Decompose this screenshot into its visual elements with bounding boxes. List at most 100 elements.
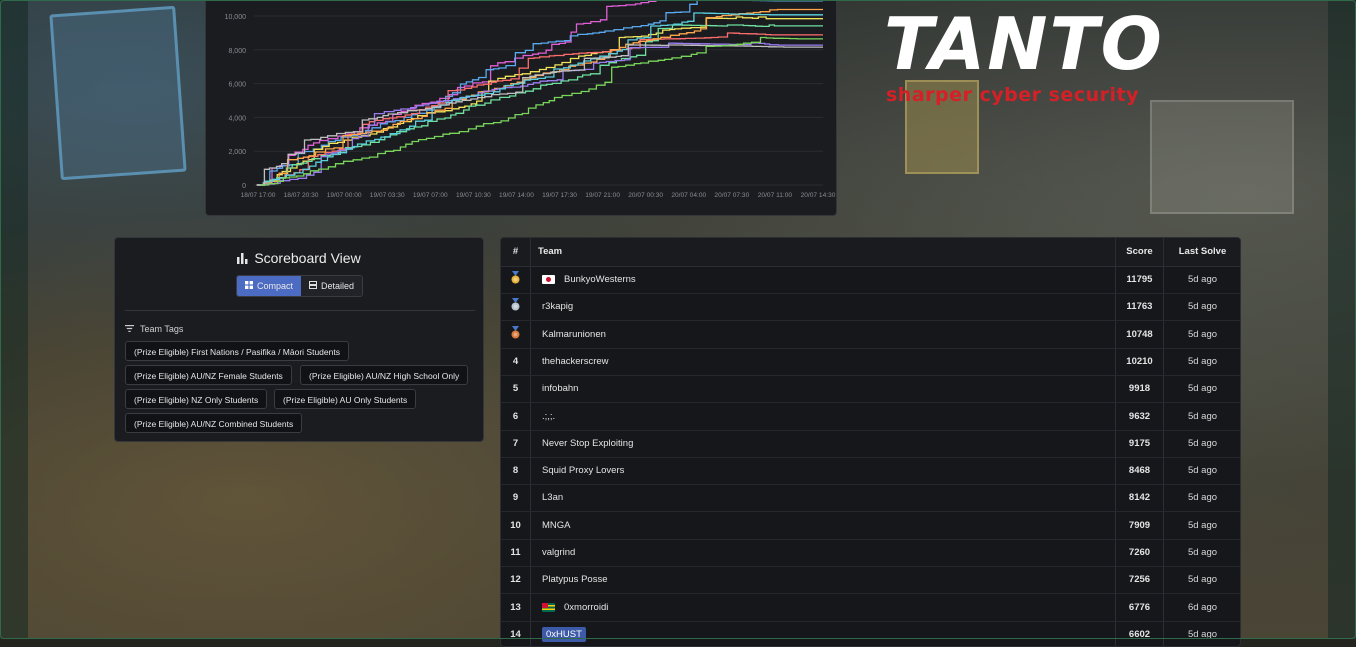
team-tag-button[interactable]: (Prize Eligible) NZ Only Students — [125, 389, 268, 409]
team-cell: r3kapig — [542, 293, 573, 320]
team-name-link[interactable]: valgrind — [542, 539, 575, 566]
team-cell: 0xHUST — [542, 621, 586, 646]
rows-icon — [309, 276, 318, 296]
left-gutter — [0, 0, 28, 639]
team-cell: thehackerscrew — [542, 348, 609, 375]
compact-view-button[interactable]: Compact — [237, 276, 302, 296]
team-score-series-line — [257, 8, 823, 186]
table-row[interactable]: 12 Platypus Posse 7256 5d ago — [501, 566, 1240, 595]
team-tags-label: Team Tags — [140, 324, 184, 334]
score-column-header: Score — [1126, 246, 1153, 257]
score-cell: 11763 — [1126, 301, 1153, 313]
table-row[interactable]: 9 L3an 8142 5d ago — [501, 484, 1240, 513]
score-cell: 7260 — [1128, 547, 1151, 558]
right-gutter — [1328, 0, 1356, 639]
last-solve-cell: 5d ago — [1187, 628, 1218, 640]
table-header: # Team Score Last Solve — [501, 238, 1240, 267]
table-row[interactable]: 8 Squid Proxy Lovers 8468 5d ago — [501, 457, 1240, 486]
team-cell: Never Stop Exploiting — [542, 430, 633, 457]
table-row[interactable]: 4 thehackerscrew 10210 5d ago — [501, 348, 1240, 376]
team-cell: 0xmorroidi — [542, 594, 608, 621]
team-score-series-line — [259, 36, 823, 186]
x-tick-label: 18/07 17:00 — [241, 192, 276, 199]
last-solve-cell: 5d ago — [1187, 355, 1218, 367]
score-cell: 9175 — [1128, 437, 1151, 449]
table-row[interactable]: BunkyoWesterns 11795 5d ago — [501, 266, 1240, 294]
detailed-view-label: Detailed — [321, 281, 355, 291]
x-tick-label: 20/07 04:00 — [671, 192, 706, 199]
team-cell: Squid Proxy Lovers — [542, 457, 624, 484]
score-cell: 8468 — [1128, 465, 1151, 477]
rank-cell: 14 — [510, 628, 521, 640]
x-tick-label: 18/07 20:30 — [284, 192, 319, 199]
team-name-link[interactable]: Platypus Posse — [542, 566, 607, 593]
last-solve-cell: 5d ago — [1187, 519, 1218, 531]
team-cell: .;,;. — [542, 403, 555, 430]
silver-medal-icon — [501, 293, 530, 320]
y-tick-label: 6,000 — [228, 82, 246, 89]
background-poster — [49, 5, 187, 181]
team-name-link[interactable]: L3an — [542, 484, 563, 511]
x-tick-label: 20/07 00:30 — [628, 192, 663, 199]
japan-flag-icon — [542, 275, 555, 284]
table-row[interactable]: Kalmarunionen 10748 5d ago — [501, 321, 1240, 349]
score-cell: 9918 — [1128, 383, 1151, 395]
team-name-link[interactable]: .;,;. — [542, 403, 555, 430]
score-cell: 7256 — [1128, 574, 1151, 586]
last-solve-cell: 5d ago — [1187, 574, 1218, 586]
team-score-series-line — [256, 0, 823, 186]
x-tick-label: 19/07 14:00 — [499, 192, 534, 199]
last-solve-cell: 5d ago — [1187, 410, 1218, 422]
last-solve-cell: 5d ago — [1187, 465, 1218, 477]
last-solve-cell: 6d ago — [1187, 601, 1218, 613]
score-cell: 6602 — [1128, 628, 1151, 640]
team-name-link[interactable]: thehackerscrew — [542, 348, 609, 375]
table-row[interactable]: 11 valgrind 7260 5d ago — [501, 539, 1240, 567]
last-solve-cell: 5d ago — [1187, 274, 1218, 285]
team-name-link[interactable]: r3kapig — [542, 293, 573, 320]
score-cell: 10748 — [1126, 328, 1153, 340]
team-tag-button[interactable]: (Prize Eligible) First Nations / Pasifik… — [125, 341, 349, 361]
table-row[interactable]: 13 0xmorroidi 6776 6d ago — [501, 594, 1240, 622]
logo-tagline: sharper cyber security — [886, 84, 1139, 106]
team-name-link[interactable]: BunkyoWesterns — [564, 266, 636, 293]
table-row[interactable]: 6.;,;. 9632 5d ago — [501, 403, 1240, 431]
team-score-series-line — [256, 0, 664, 186]
score-cell: 7909 — [1128, 519, 1151, 531]
table-row[interactable]: 7 Never Stop Exploiting 9175 5d ago — [501, 430, 1240, 458]
team-column-header: Team — [538, 246, 563, 257]
background-poster — [1150, 100, 1294, 214]
team-name-link[interactable]: Squid Proxy Lovers — [542, 457, 624, 484]
scoreboard-table: # Team Score Last Solve BunkyoWesterns 11… — [500, 237, 1241, 647]
last-solve-cell: 5d ago — [1187, 492, 1218, 504]
gold-medal-icon — [501, 266, 530, 293]
team-tag-button[interactable]: (Prize Eligible) AU Only Students — [274, 389, 417, 409]
team-name-link[interactable]: 0xHUST — [542, 626, 586, 642]
rank-cell: 10 — [510, 519, 521, 531]
team-tag-button[interactable]: (Prize Eligible) AU/NZ Female Students — [125, 365, 292, 385]
sponsor-logo: TANTO sharper cyber security — [884, 8, 1162, 108]
team-name-link[interactable]: Never Stop Exploiting — [542, 430, 633, 457]
team-tag-button[interactable]: (Prize Eligible) AU/NZ High School Only — [300, 365, 469, 385]
team-name-link[interactable]: MNGA — [542, 512, 571, 539]
table-row[interactable]: r3kapig 11763 5d ago — [501, 293, 1240, 322]
x-tick-label: 19/07 10:30 — [456, 192, 491, 199]
bronze-medal-icon — [501, 321, 530, 348]
x-tick-label: 19/07 17:30 — [542, 192, 577, 199]
team-name-link[interactable]: Kalmarunionen — [542, 321, 606, 348]
detailed-view-button[interactable]: Detailed — [301, 276, 363, 296]
rank-cell: 6 — [512, 410, 519, 422]
y-tick-label: 8,000 — [228, 48, 246, 55]
table-row[interactable]: 10 MNGA 7909 5d ago — [501, 512, 1240, 540]
team-name-link[interactable]: infobahn — [542, 375, 578, 402]
last-solve-cell: 5d ago — [1187, 301, 1218, 313]
team-score-series-line — [257, 32, 823, 186]
table-row[interactable]: 14 0xHUST 6602 5d ago — [501, 621, 1240, 646]
team-tag-button[interactable]: (Prize Eligible) AU/NZ Combined Students — [125, 413, 303, 433]
team-cell: Kalmarunionen — [542, 321, 606, 348]
table-row[interactable]: 5 infobahn 9918 5d ago — [501, 375, 1240, 404]
team-name-link[interactable]: 0xmorroidi — [564, 594, 608, 621]
scoreboard-view-title-text: Scoreboard View — [254, 250, 361, 266]
compact-view-label: Compact — [257, 281, 294, 291]
last-solve-column-header: Last Solve — [1178, 246, 1227, 257]
